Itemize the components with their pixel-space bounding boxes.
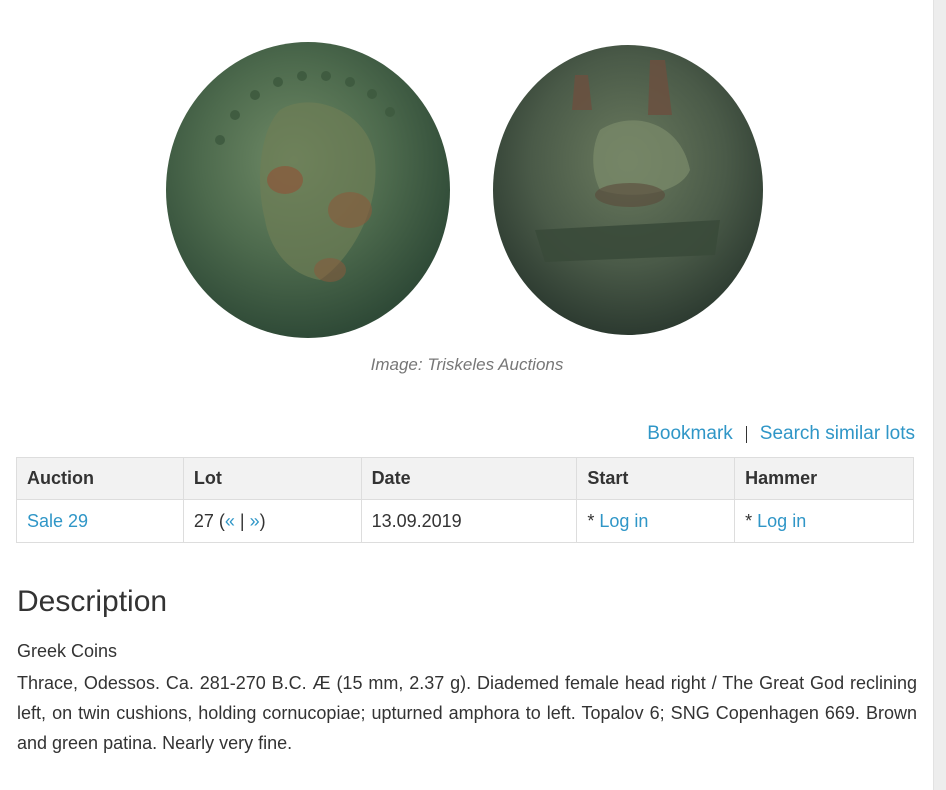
auction-sale-link[interactable]: Sale 29	[27, 511, 88, 531]
start-login-link[interactable]: Log in	[599, 511, 648, 531]
column-header-auction: Auction	[16, 457, 184, 500]
description-category: Greek Coins	[17, 641, 118, 661]
description-heading: Description	[17, 585, 168, 618]
table-row: Sale 29 27 (« | ») 13.09.2019 * Log in *…	[16, 499, 914, 543]
cell-date: 13.09.2019	[360, 499, 578, 543]
table-header-row: Auction Lot Date Start Hammer	[16, 457, 914, 500]
cell-hammer: * Log in	[734, 499, 914, 543]
lot-table: Auction Lot Date Start Hammer Sale 29 27…	[16, 457, 914, 543]
column-header-date: Date	[360, 457, 578, 500]
bookmark-link[interactable]: Bookmark	[647, 423, 733, 445]
hammer-prefix: *	[745, 510, 758, 531]
lot-actions: Bookmark Search similar lots	[647, 423, 915, 445]
column-header-hammer: Hammer	[734, 457, 914, 500]
coin-photo	[166, 42, 763, 338]
image-caption: Image: Triskeles Auctions	[370, 355, 564, 374]
coin-image[interactable]	[160, 30, 780, 350]
cell-start: * Log in	[576, 499, 736, 543]
coin-reverse	[493, 45, 763, 335]
page-scrollbar[interactable]	[933, 0, 946, 790]
next-lot-link[interactable]: »	[250, 511, 260, 531]
search-similar-lots-link[interactable]: Search similar lots	[760, 423, 915, 445]
cell-lot: 27 (« | »)	[182, 499, 362, 543]
start-prefix: *	[587, 510, 600, 531]
hammer-login-link[interactable]: Log in	[757, 511, 806, 531]
coin-obverse	[166, 42, 450, 338]
action-separator	[745, 425, 747, 443]
column-header-start: Start	[576, 457, 736, 500]
description-text: Thrace, Odessos. Ca. 281-270 B.C. Æ (15 …	[17, 673, 917, 753]
lot-number: 27	[193, 510, 214, 531]
previous-lot-link[interactable]: «	[225, 511, 235, 531]
column-header-lot: Lot	[182, 457, 362, 500]
cell-auction: Sale 29	[16, 499, 184, 543]
